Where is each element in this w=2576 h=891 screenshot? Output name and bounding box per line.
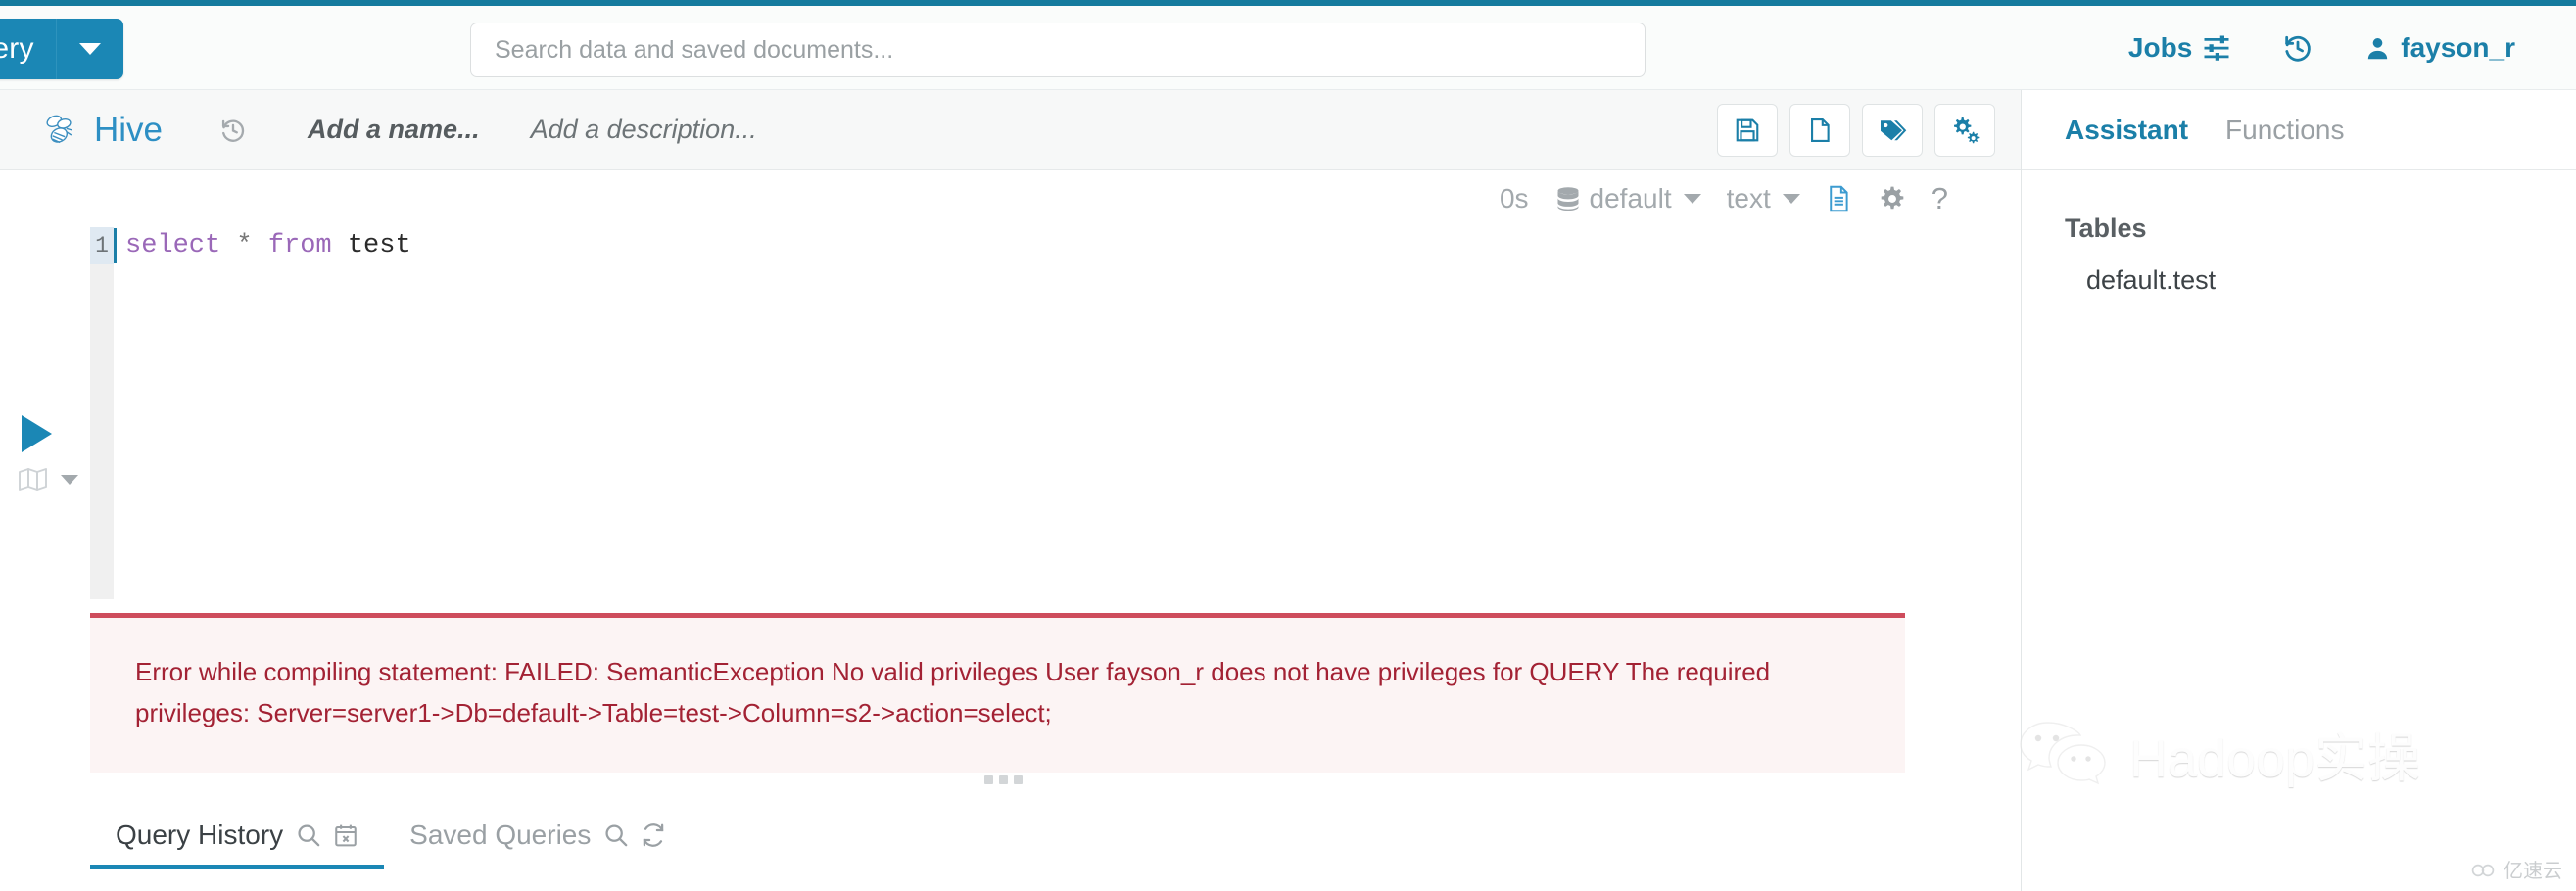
jobs-button[interactable]: Jobs xyxy=(2103,32,2257,64)
sliders-icon xyxy=(2202,33,2231,63)
user-menu-button[interactable]: fayson_r xyxy=(2339,32,2541,64)
question-mark-icon: ? xyxy=(1931,181,1948,215)
query-button-group[interactable]: Query xyxy=(0,19,123,79)
editor-run-gutter xyxy=(0,227,90,599)
assistant-panel: Assistant Functions Tables default.test xyxy=(2021,90,2576,891)
file-icon xyxy=(1806,117,1834,144)
code-line-1[interactable]: select * from test xyxy=(125,227,411,264)
jobs-label: Jobs xyxy=(2127,32,2193,63)
help-button[interactable]: ? xyxy=(1932,181,1948,216)
sql-editor[interactable]: 1 select * from test xyxy=(0,227,2021,599)
editor-map-button[interactable] xyxy=(18,467,78,492)
chevron-down-icon xyxy=(78,43,101,55)
save-button[interactable] xyxy=(1717,104,1778,157)
user-icon xyxy=(2364,35,2391,62)
panel-resize-handle[interactable] xyxy=(984,775,1023,784)
floppy-disk-icon xyxy=(1734,117,1761,144)
elapsed-time-label: 0s xyxy=(1499,183,1529,213)
editor-status-bar: 0s default text ? xyxy=(0,170,2021,227)
search-input[interactable] xyxy=(470,23,1646,77)
user-name-label: fayson_r xyxy=(2401,32,2515,63)
chevron-down-icon xyxy=(61,475,78,485)
tags-button[interactable] xyxy=(1862,104,1923,157)
document-name-field[interactable]: Add a name... xyxy=(308,115,480,145)
drag-dot xyxy=(999,775,1008,784)
history-icon xyxy=(2282,32,2314,64)
job-history-button[interactable] xyxy=(2257,32,2339,64)
hue-query-editor-window: Query Jobs xyxy=(0,0,2576,891)
line-number-gutter xyxy=(90,227,114,599)
database-selector[interactable]: default xyxy=(1554,183,1701,214)
settings-button[interactable] xyxy=(1934,104,1995,157)
elapsed-time: 0s xyxy=(1500,183,1529,214)
assistant-body: Tables default.test xyxy=(2022,170,2576,296)
document-history-button[interactable] xyxy=(219,117,247,144)
document-lines-icon xyxy=(1826,184,1853,213)
global-navbar: Query Jobs xyxy=(0,6,2576,90)
error-message: Error while compiling statement: FAILED:… xyxy=(135,657,1771,728)
document-description-field[interactable]: Add a description... xyxy=(531,115,757,145)
query-button[interactable]: Query xyxy=(0,19,57,79)
bee-icon xyxy=(41,111,80,150)
sql-keyword-select: select xyxy=(125,231,221,260)
assistant-tab-bar: Assistant Functions xyxy=(2022,90,2576,170)
search-icon[interactable] xyxy=(296,822,321,848)
gear-icon xyxy=(1879,185,1906,212)
tab-saved-queries[interactable]: Saved Queries xyxy=(384,820,692,869)
text-cursor xyxy=(114,228,117,263)
tab-functions[interactable]: Functions xyxy=(2225,115,2344,146)
query-dropdown-toggle[interactable] xyxy=(57,19,123,79)
result-format-selector[interactable]: text xyxy=(1727,183,1800,214)
sql-keyword-from: from xyxy=(267,231,332,260)
document-action-buttons xyxy=(1717,104,1995,157)
play-icon[interactable] xyxy=(22,415,52,452)
result-format-label: text xyxy=(1726,183,1771,213)
sql-table-identifier: test xyxy=(347,231,411,260)
drag-dot xyxy=(984,775,993,784)
line-number-1: 1 xyxy=(90,227,114,264)
search-icon[interactable] xyxy=(603,822,629,848)
table-item-default-test[interactable]: default.test xyxy=(2086,265,2576,296)
query-button-label: Query xyxy=(0,32,34,65)
chevron-down-icon xyxy=(1782,194,1800,204)
tab-assistant[interactable]: Assistant xyxy=(2065,115,2188,146)
database-icon xyxy=(1554,185,1582,212)
map-icon xyxy=(18,467,49,492)
navbar-right-group: Jobs fayson_r xyxy=(2103,6,2541,90)
editor-settings-button[interactable] xyxy=(1879,185,1906,212)
drag-dot xyxy=(1014,775,1023,784)
tab-query-history[interactable]: Query History xyxy=(90,820,385,869)
database-label: default xyxy=(1589,183,1672,213)
sql-star-operator: * xyxy=(236,231,253,260)
document-header-bar: Hive Add a name... Add a description... xyxy=(0,90,2021,170)
search-container xyxy=(470,23,1646,77)
calendar-x-icon[interactable] xyxy=(333,822,358,848)
refresh-icon[interactable] xyxy=(641,822,666,848)
error-panel: Error while compiling statement: FAILED:… xyxy=(90,613,1905,774)
editor-column: Hive Add a name... Add a description... xyxy=(0,90,2021,891)
chevron-down-icon xyxy=(1683,194,1701,204)
new-document-button[interactable] xyxy=(1789,104,1850,157)
hive-app-name: Hive xyxy=(94,110,164,149)
bottom-tab-bar: Query History Saved Queries xyxy=(90,805,1905,869)
hive-app-identity: Hive xyxy=(41,111,163,150)
result-view-button[interactable] xyxy=(1826,184,1853,213)
saved-queries-tab-icons xyxy=(603,822,666,848)
gears-icon xyxy=(1950,116,1980,145)
tags-icon xyxy=(1878,116,1907,145)
tables-section-title: Tables xyxy=(2065,213,2147,243)
query-history-tab-icons xyxy=(296,822,358,848)
tab-saved-queries-label: Saved Queries xyxy=(409,820,592,850)
history-icon xyxy=(219,117,247,144)
tab-query-history-label: Query History xyxy=(116,820,284,850)
